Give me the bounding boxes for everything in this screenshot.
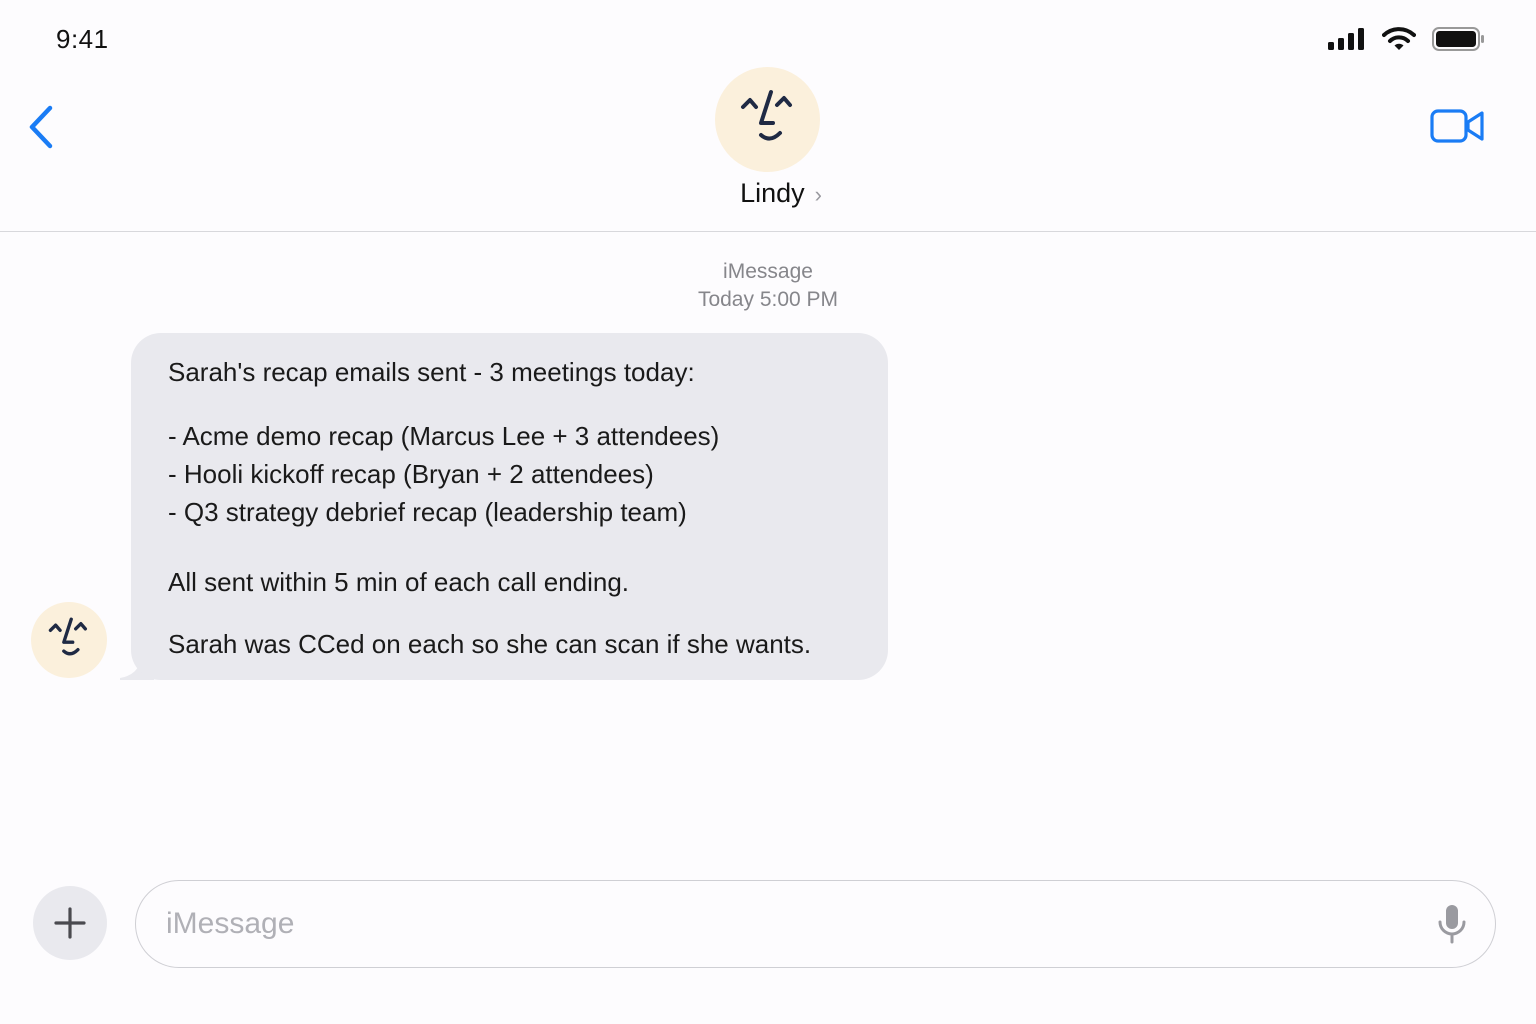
lindy-face-icon [740, 89, 792, 140]
message-sent-line: All sent within 5 min of each call endin… [168, 567, 630, 597]
video-call-icon [1430, 109, 1484, 143]
thread-meta: iMessage Today 5:00 PM [0, 258, 1536, 314]
message-bubble[interactable]: Sarah's recap emails sent - 3 meetings t… [131, 333, 888, 680]
list-item: - Q3 strategy debrief recap (leadership … [168, 497, 687, 527]
lindy-face-icon [48, 617, 88, 656]
contact-name: Lindy [740, 178, 805, 208]
plus-icon [54, 907, 86, 939]
battery-icon [1432, 27, 1484, 51]
microphone-icon [1438, 905, 1466, 944]
add-attachment-button[interactable] [33, 886, 107, 960]
back-button[interactable] [22, 102, 62, 152]
conversation-header: Lindy › [0, 67, 1536, 232]
status-bar: 9:41 [0, 0, 1536, 70]
status-icons [1328, 26, 1486, 52]
dictation-button[interactable] [1437, 903, 1467, 945]
contact-name-button[interactable]: Lindy › [0, 178, 1536, 209]
signal-icon [1328, 28, 1364, 50]
contact-avatar[interactable] [715, 67, 820, 172]
list-item: - Hooli kickoff recap (Bryan + 2 attende… [168, 459, 654, 489]
video-call-button[interactable] [1430, 108, 1486, 144]
thread-timestamp: Today 5:00 PM [697, 288, 839, 311]
message-composer[interactable] [135, 880, 1496, 968]
chevron-right-icon: › [814, 181, 822, 207]
status-time: 9:41 [56, 24, 109, 54]
list-item: - Acme demo recap (Marcus Lee + 3 attend… [168, 421, 720, 451]
back-chevron-icon [29, 105, 53, 149]
sender-avatar[interactable] [31, 602, 107, 678]
message-cc-line: Sarah was CCed on each so she can scan i… [168, 629, 812, 659]
message-input[interactable] [166, 881, 1406, 967]
message-list: - Acme demo recap (Marcus Lee + 3 attend… [168, 417, 864, 531]
service-label: iMessage [723, 260, 813, 283]
message-intro: Sarah's recap emails sent - 3 meetings t… [168, 357, 695, 387]
wifi-icon [1382, 27, 1416, 50]
